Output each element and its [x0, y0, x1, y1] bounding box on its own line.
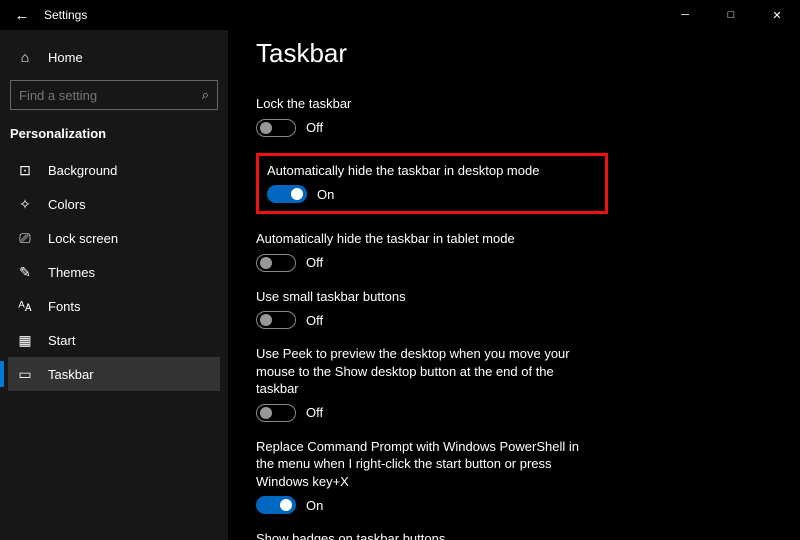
setting-label: Automatically hide the taskbar in deskto… — [267, 162, 597, 180]
toggle-switch[interactable] — [256, 404, 296, 422]
setting-label: Use small taskbar buttons — [256, 288, 596, 306]
colors-icon: ✧ — [16, 196, 34, 213]
start-icon: ▦ — [16, 332, 34, 349]
home-icon: ⌂ — [16, 49, 34, 65]
sidebar-item-label: Start — [48, 333, 75, 348]
toggle-knob — [260, 314, 272, 326]
toggle-switch[interactable] — [256, 496, 296, 514]
sidebar-section-header: Personalization — [8, 120, 220, 151]
sidebar-item-label: Fonts — [48, 299, 81, 314]
toggle-switch[interactable] — [267, 185, 307, 203]
fonts-icon: ᴬᴀ — [16, 298, 34, 314]
setting-row: Use small taskbar buttons Off — [256, 288, 596, 330]
back-button[interactable]: ← — [12, 7, 32, 24]
content-pane[interactable]: Taskbar Lock the taskbar Off Automatically… — [228, 30, 800, 540]
toggle-switch[interactable] — [256, 119, 296, 137]
setting-row: Use Peek to preview the desktop when you… — [256, 345, 596, 422]
sidebar-item-label: Taskbar — [48, 367, 94, 382]
toggle-knob — [280, 499, 292, 511]
sidebar-item-label: Lock screen — [48, 231, 118, 246]
setting-label: Show badges on taskbar buttons — [256, 530, 596, 540]
setting-row: Automatically hide the taskbar in deskto… — [256, 153, 608, 215]
toggle-state: Off — [306, 255, 323, 270]
toggle-switch[interactable] — [256, 254, 296, 272]
toggle-knob — [260, 407, 272, 419]
setting-label: Use Peek to preview the desktop when you… — [256, 345, 596, 398]
close-button[interactable]: ✕ — [754, 0, 800, 30]
page-heading: Taskbar — [256, 38, 772, 69]
toggle-knob — [260, 257, 272, 269]
toggle-knob — [291, 188, 303, 200]
sidebar-item-lock-screen[interactable]: ⎚ Lock screen — [8, 221, 220, 255]
search-input[interactable] — [19, 88, 202, 103]
toggle-state: Off — [306, 120, 323, 135]
sidebar-item-themes[interactable]: ✎ Themes — [8, 255, 220, 289]
themes-icon: ✎ — [16, 264, 34, 281]
search-icon: ⌕ — [202, 87, 209, 103]
sidebar-item-start[interactable]: ▦ Start — [8, 323, 220, 357]
sidebar-item-taskbar[interactable]: ▭ Taskbar — [8, 357, 220, 391]
sidebar-item-label: Background — [48, 163, 117, 178]
setting-row: Replace Command Prompt with Windows Powe… — [256, 438, 596, 515]
sidebar-item-colors[interactable]: ✧ Colors — [8, 187, 220, 221]
sidebar-item-label: Colors — [48, 197, 86, 212]
taskbar-icon: ▭ — [16, 366, 34, 383]
background-icon: ⊡ — [16, 162, 34, 179]
setting-label: Automatically hide the taskbar in tablet… — [256, 230, 596, 248]
setting-row: Automatically hide the taskbar in tablet… — [256, 230, 596, 272]
minimize-button[interactable]: ─ — [662, 0, 708, 30]
toggle-state: Off — [306, 313, 323, 328]
search-field[interactable]: ⌕ — [10, 80, 218, 110]
sidebar-item-fonts[interactable]: ᴬᴀ Fonts — [8, 289, 220, 323]
maximize-button[interactable]: □ — [708, 0, 754, 30]
titlebar: ← Settings ─ □ ✕ — [0, 0, 800, 30]
toggle-state: On — [306, 498, 323, 513]
lock-screen-icon: ⎚ — [16, 230, 34, 247]
setting-label: Lock the taskbar — [256, 95, 596, 113]
sidebar-home[interactable]: ⌂ Home — [8, 40, 220, 74]
sidebar-home-label: Home — [48, 50, 83, 65]
setting-label: Replace Command Prompt with Windows Powe… — [256, 438, 596, 491]
setting-row: Lock the taskbar Off — [256, 95, 596, 137]
sidebar-item-label: Themes — [48, 265, 95, 280]
window-title: Settings — [44, 8, 87, 22]
sidebar-item-background[interactable]: ⊡ Background — [8, 153, 220, 187]
toggle-state: On — [317, 187, 334, 202]
setting-row: Show badges on taskbar buttonsOn — [256, 530, 596, 540]
sidebar: ⌂ Home ⌕ Personalization ⊡ Background ✧ Col… — [0, 30, 228, 540]
toggle-state: Off — [306, 405, 323, 420]
toggle-knob — [260, 122, 272, 134]
toggle-switch[interactable] — [256, 311, 296, 329]
